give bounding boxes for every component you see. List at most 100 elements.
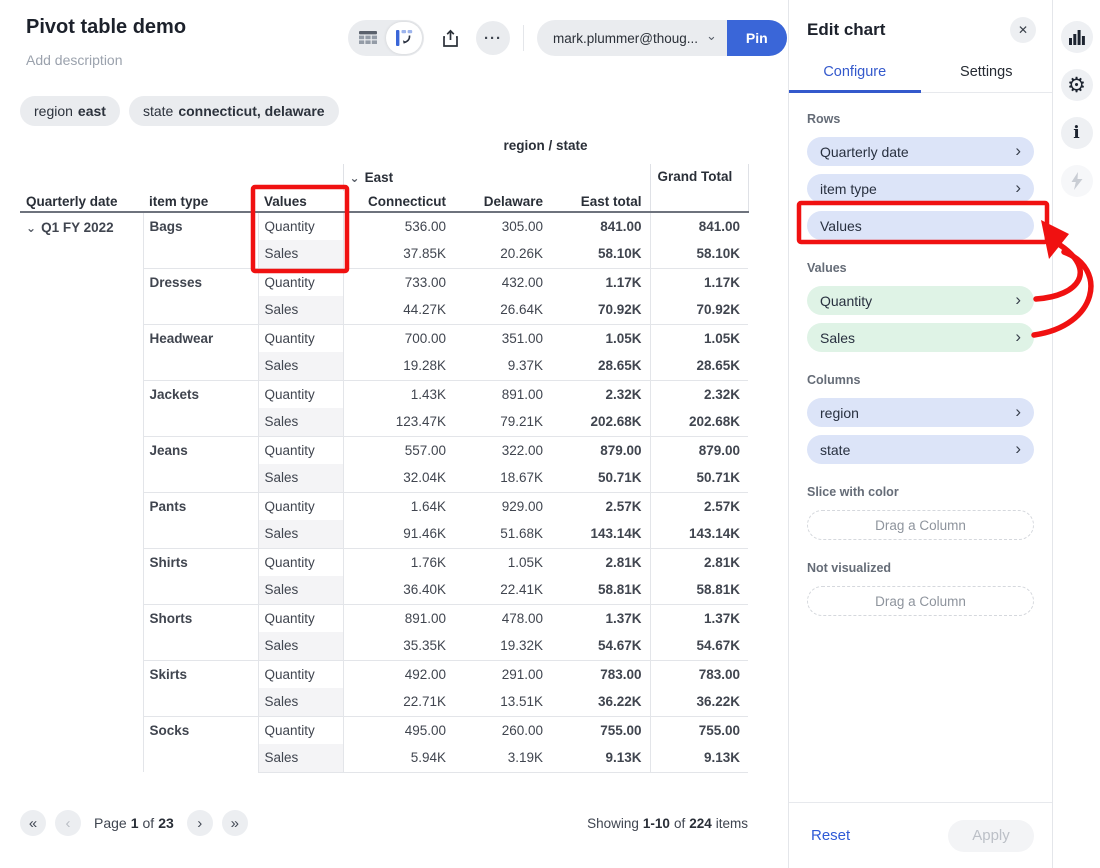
columns-chip-list: region› state› (807, 398, 1034, 464)
next-page-button[interactable]: › (187, 810, 213, 836)
pivot-data-cell: 1.05K (650, 324, 748, 352)
pivot-data-cell: 32.04K (343, 464, 454, 492)
column-header-connecticut: Connecticut (343, 191, 454, 212)
item-type-cell: Pants (143, 492, 258, 548)
pivot-data-cell: 1.37K (650, 604, 748, 632)
first-page-icon: « (29, 815, 37, 832)
row-quarter-cell[interactable]: ⌄Q1 FY 2022 (20, 212, 143, 772)
filter-value: connecticut, delaware (178, 103, 324, 119)
chip-row-item-type[interactable]: item type› (807, 174, 1034, 203)
more-options-button[interactable]: ··· (476, 21, 510, 55)
toolbar-divider (523, 25, 524, 51)
column-group-east[interactable]: ⌄East (343, 164, 650, 191)
reset-button[interactable]: Reset (811, 827, 850, 844)
toolbar: ··· mark.plummer@thoug... ⌄ Pin (348, 19, 787, 57)
close-panel-button[interactable]: ✕ (1010, 17, 1036, 43)
grand-total-header: Grand Total (650, 164, 748, 212)
pivot-data-cell: 891.00 (343, 604, 454, 632)
pivot-data-cell: 36.40K (343, 576, 454, 604)
pivot-data-cell: 478.00 (454, 604, 551, 632)
chip-column-state[interactable]: state› (807, 435, 1034, 464)
last-page-button[interactable]: » (222, 810, 248, 836)
pivot-data-cell: 58.81K (551, 576, 650, 604)
pivot-data-cell: 20.26K (454, 240, 551, 268)
last-page-icon: » (231, 815, 239, 832)
filter-field: region (34, 103, 73, 119)
values-quantity-cell: Quantity (258, 268, 343, 296)
previous-page-icon: ‹ (66, 815, 71, 832)
pivot-data-cell: 2.32K (551, 380, 650, 408)
share-icon (442, 29, 459, 48)
pivot-data-cell: 322.00 (454, 436, 551, 464)
pivot-data-cell: 260.00 (454, 716, 551, 744)
pivot-body: ⌄Q1 FY 2022BagsQuantity536.00305.00841.0… (20, 212, 748, 772)
values-quantity-cell: Quantity (258, 604, 343, 632)
filter-bar: regioneast stateconnecticut, delaware (20, 96, 339, 126)
columns-section-label: Columns (807, 373, 1034, 387)
tab-configure[interactable]: Configure (789, 59, 921, 92)
user-dropdown[interactable]: mark.plummer@thoug... ⌄ (537, 20, 727, 56)
pivot-data-cell: 51.68K (454, 520, 551, 548)
slice-drop-target[interactable]: Drag a Column (807, 510, 1034, 540)
values-quantity-cell: Quantity (258, 324, 343, 352)
chip-column-region[interactable]: region› (807, 398, 1034, 427)
pivot-data-cell: 755.00 (650, 716, 748, 744)
pivot-data-cell: 36.22K (650, 688, 748, 716)
share-button[interactable] (433, 21, 467, 55)
chip-value-sales[interactable]: Sales› (807, 323, 1034, 352)
filter-chip[interactable]: stateconnecticut, delaware (129, 96, 339, 126)
pivot-data-cell: 123.47K (343, 408, 454, 436)
pivot-data-cell: 891.00 (454, 380, 551, 408)
spotiq-button[interactable] (1061, 165, 1093, 197)
pivot-data-cell: 19.28K (343, 352, 454, 380)
pin-button[interactable]: Pin (727, 20, 787, 56)
values-sales-cell: Sales (258, 520, 343, 548)
close-icon: ✕ (1018, 23, 1028, 37)
pivot-data-cell: 929.00 (454, 492, 551, 520)
add-description-placeholder[interactable]: Add description (26, 52, 123, 68)
previous-page-button[interactable]: ‹ (55, 810, 81, 836)
pivot-data-cell: 3.19K (454, 744, 551, 772)
slice-with-color-label: Slice with color (807, 485, 1034, 499)
filter-chip[interactable]: regioneast (20, 96, 120, 126)
pivot-data-cell: 44.27K (343, 296, 454, 324)
chevron-down-icon: ⌄ (706, 28, 717, 44)
chip-row-values[interactable]: Values (807, 211, 1034, 240)
pivot-data-cell: 35.35K (343, 632, 454, 660)
item-type-cell: Socks (143, 716, 258, 772)
tab-settings[interactable]: Settings (921, 59, 1053, 92)
pivot-data-cell: 19.32K (454, 632, 551, 660)
pivot-data-cell: 536.00 (343, 212, 454, 240)
pivot-data-cell: 783.00 (650, 660, 748, 688)
chart-type-button[interactable] (1061, 21, 1093, 53)
chip-label: Values (820, 218, 862, 234)
chevron-right-icon: › (1015, 179, 1021, 196)
table-view-icon (359, 31, 377, 45)
not-visualized-drop-target[interactable]: Drag a Column (807, 586, 1034, 616)
chip-label: Sales (820, 330, 855, 346)
pivot-data-cell: 1.37K (551, 604, 650, 632)
pivot-view-button[interactable] (386, 22, 422, 54)
pivot-data-cell: 58.10K (551, 240, 650, 268)
chip-value-quantity[interactable]: Quantity› (807, 286, 1034, 315)
chip-label: region (820, 405, 859, 421)
collapse-chevron-icon: ⌄ (26, 221, 36, 235)
chart-settings-button[interactable]: ⚙ (1061, 69, 1093, 101)
pivot-data-cell: 91.46K (343, 520, 454, 548)
values-quantity-cell: Quantity (258, 380, 343, 408)
details-button[interactable]: i (1061, 117, 1093, 149)
first-page-button[interactable]: « (20, 810, 46, 836)
pivot-data-cell: 1.17K (551, 268, 650, 296)
pivot-data-cell: 1.64K (343, 492, 454, 520)
page-title[interactable]: Pivot table demo (26, 16, 186, 39)
apply-button[interactable]: Apply (948, 820, 1034, 852)
chip-row-quarterly-date[interactable]: Quarterly date› (807, 137, 1034, 166)
item-type-cell: Shirts (143, 548, 258, 604)
chevron-right-icon: › (1015, 291, 1021, 308)
values-quantity-cell: Quantity (258, 660, 343, 688)
values-sales-cell: Sales (258, 408, 343, 436)
user-share-control: mark.plummer@thoug... ⌄ Pin (537, 20, 787, 56)
pagination-bar: « ‹ Page1of23 › » Showing1-10of224items (20, 806, 748, 840)
item-type-cell: Shorts (143, 604, 258, 660)
table-view-button[interactable] (350, 22, 386, 54)
